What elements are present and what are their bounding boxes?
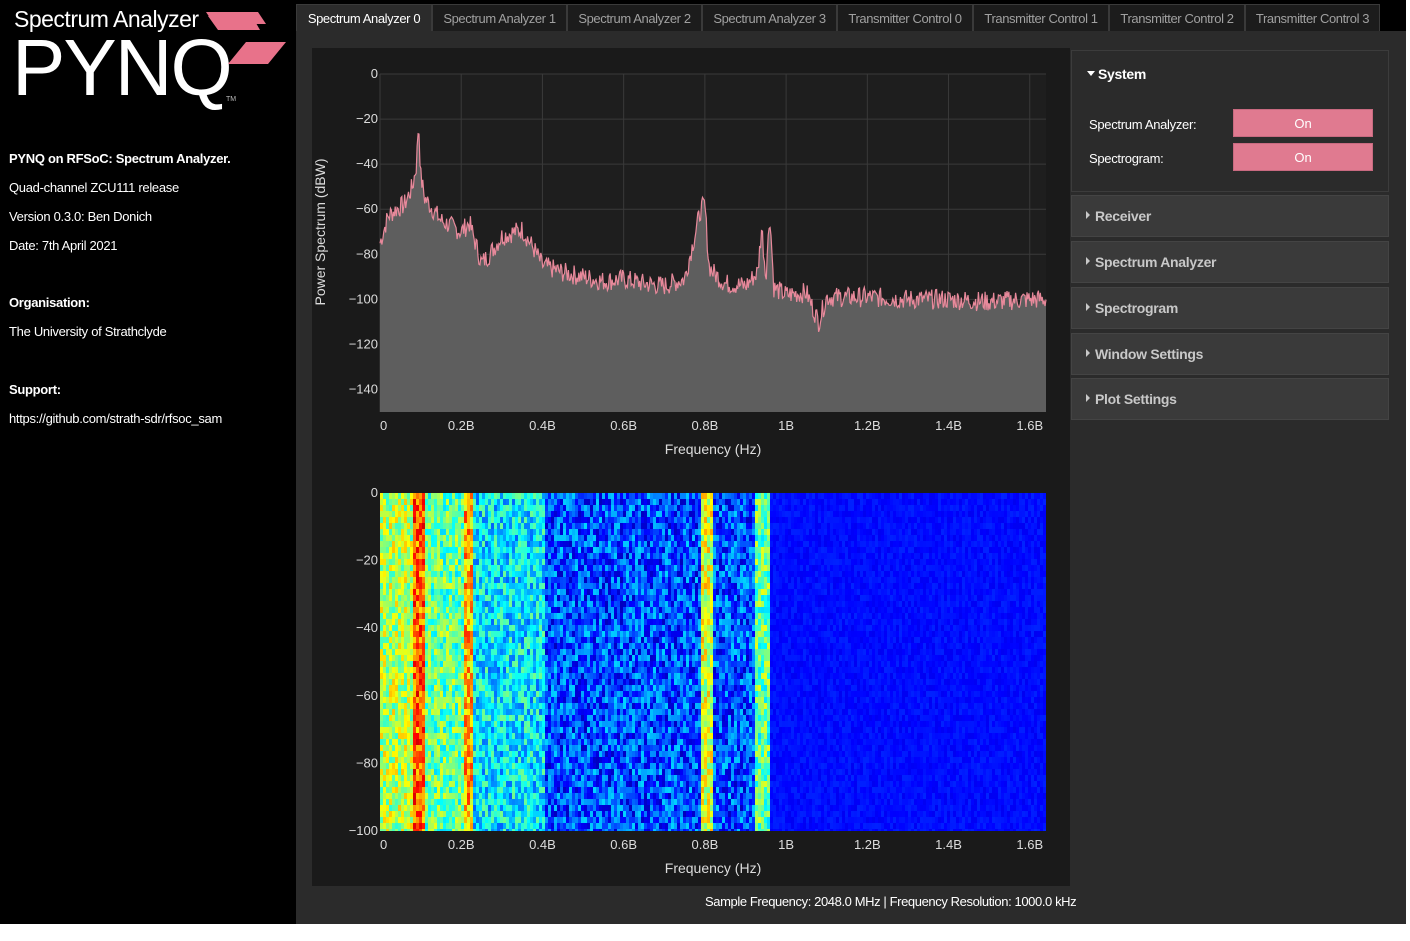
y-tick-label: −20 <box>356 111 378 126</box>
tab-transmitter-control-3[interactable]: Transmitter Control 3 <box>1245 4 1380 31</box>
x-tick-label: 0.8B <box>692 418 719 433</box>
y-tick-label: −80 <box>356 246 378 261</box>
spectrum-x-ticks: 0 0.2B 0.4B 0.6B 0.8B 1B 1.2B 1.4B 1.6B <box>380 418 1043 433</box>
x-tick-label: 0.6B <box>610 418 637 433</box>
app-title: PYNQ on RFSoC: Spectrum Analyzer. <box>9 151 231 166</box>
tab-spectrum-analyzer-1[interactable]: Spectrum Analyzer 1 <box>432 4 567 31</box>
version-text: Version 0.3.0: Ben Donich <box>9 209 152 224</box>
y-tick-label: −100 <box>349 291 378 306</box>
spectrum-y-ticks: 0 −20 −40 −60 −80 −100 −120 −140 <box>349 66 378 396</box>
y-tick-label: −120 <box>349 336 378 351</box>
tab-bar: Spectrum Analyzer 0 Spectrum Analyzer 1 … <box>296 4 1406 31</box>
release-text: Quad-channel ZCU111 release <box>9 180 179 195</box>
x-tick-label: 1.4B <box>935 418 962 433</box>
organisation-label: Organisation: <box>9 295 90 310</box>
pynq-logo-icon <box>206 12 286 64</box>
y-tick-label: −40 <box>356 156 378 171</box>
tab-spectrum-analyzer-3[interactable]: Spectrum Analyzer 3 <box>702 4 837 31</box>
tab-transmitter-control-2[interactable]: Transmitter Control 2 <box>1109 4 1245 31</box>
y-tick-label: 0 <box>371 66 378 81</box>
tab-spectrum-analyzer-2[interactable]: Spectrum Analyzer 2 <box>567 4 702 31</box>
x-tick-label: 1.2B <box>854 418 881 433</box>
support-label: Support: <box>9 382 61 397</box>
x-tick-label: 1.6B <box>1016 418 1043 433</box>
brand-logo-text: PYNQ <box>12 23 233 112</box>
tab-transmitter-control-1[interactable]: Transmitter Control 1 <box>973 4 1109 31</box>
y-tick-label: −60 <box>356 201 378 216</box>
organisation-text: The University of Strathclyde <box>9 324 167 339</box>
x-tick-label: 0 <box>380 418 387 433</box>
support-link[interactable]: https://github.com/strath-sdr/rfsoc_sam <box>9 411 222 426</box>
spectrum-plot[interactable]: 0−20−40−60−80−100−120−140 0 0.2B 0.4B 0.6B 0… <box>312 48 1070 468</box>
info-sidebar: Spectrum Analyzer PYNQ TM PYNQ on RFSoC:… <box>0 0 296 924</box>
tab-transmitter-control-0[interactable]: Transmitter Control 0 <box>837 4 973 31</box>
date-text: Date: 7th April 2021 <box>9 238 118 253</box>
spectrum-x-axis-label: Frequency (Hz) <box>665 441 761 457</box>
x-tick-label: 0.4B <box>529 418 556 433</box>
y-tick-label: −140 <box>349 381 378 396</box>
x-tick-label: 1B <box>778 418 794 433</box>
tab-spectrum-analyzer-0[interactable]: Spectrum Analyzer 0 <box>296 4 432 31</box>
spectrum-y-axis-label: Power Spectrum (dBW) <box>312 158 328 305</box>
trademark-mark: TM <box>226 96 237 103</box>
x-tick-label: 0.2B <box>448 418 475 433</box>
